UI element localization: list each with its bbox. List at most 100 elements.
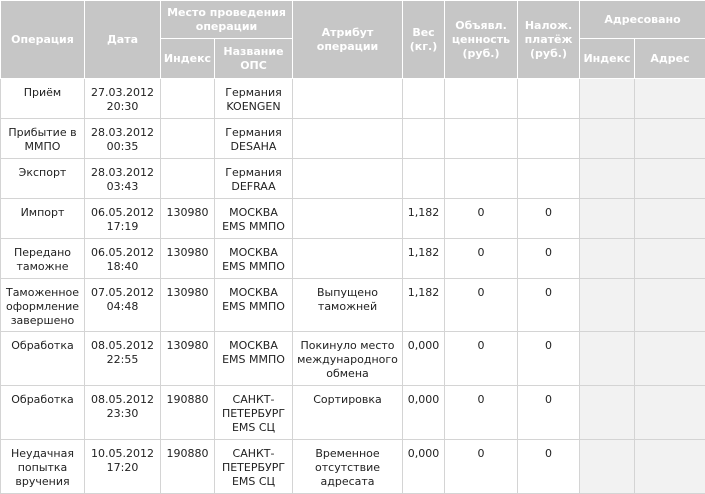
cell-addr-address <box>634 198 705 239</box>
cell-cod <box>517 118 581 159</box>
cell-operation: Таможенное оформление завершено <box>0 278 85 332</box>
table-row: Таможенное оформление завершено 07.05.20… <box>0 278 705 332</box>
table-row: Приём 27.03.2012 20:30 Германия KOENGEN <box>0 78 705 119</box>
cell-declared <box>444 118 519 159</box>
table-row: Неудачная попытка вручения 10.05.2012 17… <box>0 439 705 494</box>
cell-cod <box>517 78 581 119</box>
cell-date: 28.03.2012 03:43 <box>84 158 161 199</box>
header-operation: Операция <box>0 0 85 79</box>
cell-declared: 0 <box>444 198 519 239</box>
cell-date: 10.05.2012 17:20 <box>84 439 161 494</box>
header-office-name: Название ОПС <box>213 38 294 79</box>
cell-attribute: Временное отсутствие адресата <box>292 439 404 494</box>
cell-addr-address <box>634 385 705 440</box>
cell-date: 08.05.2012 22:55 <box>84 331 161 386</box>
cell-index <box>160 158 215 199</box>
table-row: Прибытие в ММПО 28.03.2012 00:35 Германи… <box>0 118 705 159</box>
cell-declared: 0 <box>444 331 519 386</box>
cell-cod: 0 <box>517 238 581 279</box>
header-index: Индекс <box>160 38 215 79</box>
cell-date: 28.03.2012 00:35 <box>84 118 161 159</box>
cell-addr-index <box>579 238 636 279</box>
cell-index: 130980 <box>160 278 215 332</box>
cell-office: САНКТ-ПЕТЕРБУРГ EMS СЦ <box>213 385 294 440</box>
cell-attribute <box>292 158 404 199</box>
cell-weight: 0,000 <box>402 331 446 386</box>
cell-operation: Прибытие в ММПО <box>0 118 85 159</box>
cell-declared: 0 <box>444 385 519 440</box>
cell-declared: 0 <box>444 238 519 279</box>
cell-operation: Импорт <box>0 198 85 239</box>
header-row-top: Операция Дата Место проведения операции … <box>0 0 705 79</box>
table-row: Обработка 08.05.2012 22:55 130980 МОСКВА… <box>0 331 705 386</box>
cell-office: МОСКВА EMS ММПО <box>213 198 294 239</box>
header-addr-address: Адрес <box>634 38 705 79</box>
cell-operation: Неудачная попытка вручения <box>0 439 85 494</box>
cell-office: МОСКВА EMS ММПО <box>213 278 294 332</box>
cell-addr-index <box>579 158 636 199</box>
cell-operation: Передано таможне <box>0 238 85 279</box>
cell-addr-address <box>634 439 705 494</box>
cell-office: МОСКВА EMS ММПО <box>213 331 294 386</box>
cell-declared <box>444 78 519 119</box>
cell-attribute <box>292 198 404 239</box>
cell-operation: Обработка <box>0 385 85 440</box>
cell-index: 130980 <box>160 198 215 239</box>
header-declared-value: Объявл. ценность (руб.) <box>444 0 519 79</box>
cell-operation: Обработка <box>0 331 85 386</box>
cell-addr-index <box>579 118 636 159</box>
cell-attribute: Покинуло место международного обмена <box>292 331 404 386</box>
cell-office: САНКТ-ПЕТЕРБУРГ EMS СЦ <box>213 439 294 494</box>
cell-operation: Экспорт <box>0 158 85 199</box>
cell-weight: 1,182 <box>402 198 446 239</box>
cell-operation: Приём <box>0 78 85 119</box>
cell-cod: 0 <box>517 331 581 386</box>
tracking-history-table: Операция Дата Место проведения операции … <box>0 0 705 494</box>
cell-weight: 1,182 <box>402 238 446 279</box>
header-attribute: Атрибут операции <box>292 0 404 79</box>
cell-attribute <box>292 238 404 279</box>
header-weight: Вес (кг.) <box>402 0 446 79</box>
cell-index: 130980 <box>160 238 215 279</box>
cell-addr-index <box>579 331 636 386</box>
cell-declared: 0 <box>444 439 519 494</box>
cell-date: 27.03.2012 20:30 <box>84 78 161 119</box>
cell-addr-address <box>634 158 705 199</box>
cell-index <box>160 118 215 159</box>
cell-addr-address <box>634 278 705 332</box>
cell-attribute: Сортировка <box>292 385 404 440</box>
cell-weight <box>402 118 446 159</box>
cell-cod <box>517 158 581 199</box>
cell-attribute <box>292 78 404 119</box>
cell-addr-index <box>579 278 636 332</box>
cell-index: 130980 <box>160 331 215 386</box>
cell-index: 190880 <box>160 439 215 494</box>
cell-addr-address <box>634 78 705 119</box>
cell-date: 08.05.2012 23:30 <box>84 385 161 440</box>
cell-office: Германия DESAHA <box>213 118 294 159</box>
cell-office: Германия KOENGEN <box>213 78 294 119</box>
cell-addr-address <box>634 238 705 279</box>
table-row: Экспорт 28.03.2012 03:43 Германия DEFRAA <box>0 158 705 199</box>
table-row: Передано таможне 06.05.2012 18:40 130980… <box>0 238 705 279</box>
cell-addr-index <box>579 385 636 440</box>
cell-cod: 0 <box>517 278 581 332</box>
cell-weight: 0,000 <box>402 439 446 494</box>
cell-cod: 0 <box>517 439 581 494</box>
cell-declared <box>444 158 519 199</box>
cell-attribute: Выпущено таможней <box>292 278 404 332</box>
header-place: Место проведения операции <box>159 0 294 39</box>
header-date: Дата <box>84 0 161 79</box>
cell-office: Германия DEFRAA <box>213 158 294 199</box>
cell-cod: 0 <box>517 198 581 239</box>
cell-addr-index <box>579 78 636 119</box>
cell-cod: 0 <box>517 385 581 440</box>
cell-weight <box>402 158 446 199</box>
cell-date: 06.05.2012 17:19 <box>84 198 161 239</box>
cell-declared: 0 <box>444 278 519 332</box>
cell-attribute <box>292 118 404 159</box>
cell-index <box>160 78 215 119</box>
cell-weight: 0,000 <box>402 385 446 440</box>
header-addr-index: Индекс <box>579 38 636 79</box>
header-cod: Налож. платёж (руб.) <box>517 0 581 79</box>
